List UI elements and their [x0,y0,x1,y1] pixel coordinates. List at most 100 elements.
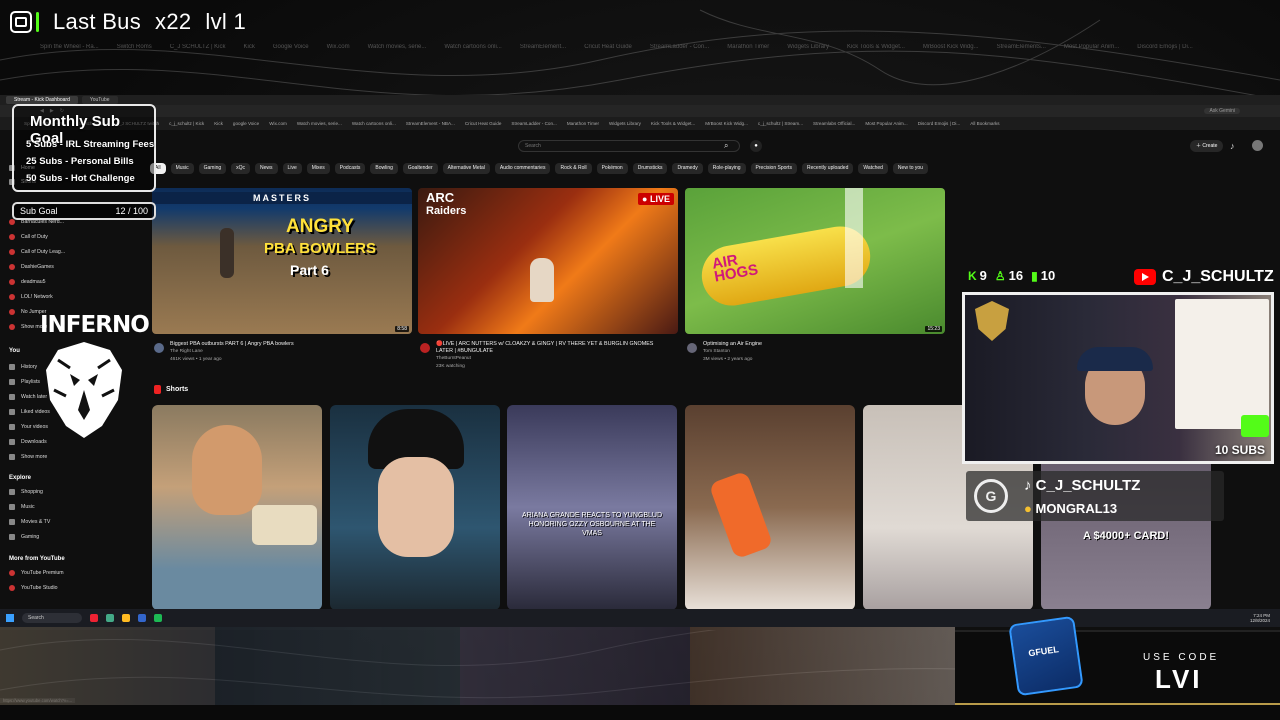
sidebar-item-label: Playlists [21,379,41,385]
filter-chip[interactable]: Audio commentaries [494,163,551,174]
app-icon[interactable] [90,614,98,622]
channel-avatar[interactable] [687,343,697,353]
filter-chip[interactable]: Precision Sports [750,163,797,174]
sidebar-item[interactable]: YouTube Studio [9,585,58,591]
bookmark-item[interactable]: Widgets Library [609,121,641,126]
filter-chip[interactable]: News [255,163,278,174]
channel-name[interactable]: The Right Lane [170,349,203,354]
filter-chip[interactable]: Drumsticks [632,163,668,174]
followers-stat: K9 [968,268,987,283]
search-icon[interactable]: ⌕ [724,141,734,151]
video-card-pba[interactable]: MASTERS ANGRY PBA BOWLERS Part 6 8:58 Bi… [152,188,412,368]
bookmark-item[interactable]: Most Popular Anim... [865,121,907,126]
filter-chip[interactable]: Recently uploaded [801,163,854,174]
bookmark-item[interactable]: google Voice [233,121,259,126]
bookmark-item[interactable]: MrBoost Kick Widg... [705,121,748,126]
filter-chip[interactable]: xQc [231,163,251,174]
bookmark-item[interactable]: c_j_schultz | Stream... [758,121,803,126]
sidebar-item[interactable]: LOL! Network [9,294,53,300]
bookmark-item[interactable]: Streamlabs Official... [813,121,855,126]
short-card[interactable]: ARIANA GRANDE REACTS TO YUNGBLUD HONORIN… [507,405,677,610]
filter-chip[interactable]: Live [282,163,302,174]
folder-icon[interactable] [122,614,130,622]
sidebar-item[interactable]: Movies & TV [9,519,50,525]
sidebar-item-label: Music [21,504,35,510]
video-thumbnail[interactable]: AIR HOGS 15:23 [685,188,945,334]
pipe [845,188,863,288]
channel-name[interactable]: Tom Stanton [703,349,730,354]
you-section-heading[interactable]: You [9,348,20,354]
sidebar-item[interactable]: Music [9,504,35,510]
bookmark-item[interactable]: Kick [214,121,223,126]
filter-chip[interactable]: Rock & Roll [555,163,592,174]
video-thumbnail[interactable]: MASTERS ANGRY PBA BOWLERS Part 6 8:58 [152,188,412,334]
filter-chip[interactable]: Gaming [198,163,227,174]
filter-chip[interactable]: Mixes [306,163,330,174]
ask-gemini-button[interactable]: Ask Gemini [1204,108,1240,114]
bookmark-item[interactable]: Cricut Heat Guide [465,121,502,126]
tab-kick-dashboard[interactable]: Stream - Kick Dashboard [6,96,78,104]
sidebar-item-icon [9,585,15,591]
bookmark-item[interactable]: Watch movies, serie... [297,121,342,126]
tab-youtube[interactable]: YouTube [81,96,118,104]
sidebar-item[interactable]: Show more [9,454,47,460]
channel-avatar[interactable] [154,343,164,353]
bookmark-item[interactable]: Kick Tools & Widget... [651,121,695,126]
sidebar-item[interactable]: YouTube Premium [9,570,64,576]
bookmark-item[interactable]: StreamLadder - Con... [511,121,556,126]
filter-chip[interactable]: Alternative Metal [442,163,490,174]
bookmark-item[interactable]: Watch cartoons onli... [352,121,396,126]
filter-chip[interactable]: New to you [892,163,928,174]
bookmark-item[interactable]: StreamElement - NBA... [406,121,455,126]
bookmark-item[interactable]: All Bookmarks [970,121,999,126]
filter-chip[interactable]: Pokémon [596,163,628,174]
video-thumbnail[interactable]: ARC Raiders ● LIVE [418,188,678,334]
taskbar-search[interactable]: Search [22,613,82,623]
background-bookmark: Spin the Wheel - Ra... [40,44,99,50]
avatar[interactable] [1252,140,1263,151]
live-badge: ● LIVE [638,193,674,205]
bookmark-item[interactable]: Wix.com [269,121,287,126]
sidebar-item[interactable]: Call of Duty Leag... [9,249,65,255]
sidebar-item[interactable]: History [9,364,37,370]
short-card[interactable] [152,405,322,610]
filter-chip[interactable]: Dramedy [672,163,703,174]
app-icon[interactable] [106,614,114,622]
filter-chip[interactable]: Podcasts [334,163,366,174]
bookmark-item[interactable]: Marathon Timer [567,121,599,126]
filter-chip[interactable]: Watched [858,163,888,174]
sidebar-item-label: deadmau5 [21,279,46,285]
filter-chip[interactable]: Role-playing [707,163,746,174]
sidebar-item[interactable]: deadmau5 [9,279,46,285]
filter-chip[interactable]: Music [170,163,194,174]
bookmark-item[interactable]: c_j_schultz | Kick [169,121,204,126]
sidebar-item[interactable]: Shopping [9,489,43,495]
sidebar-item[interactable]: Call of Duty [9,234,48,240]
mic-icon[interactable]: ● [750,140,762,152]
sidebar-item[interactable]: Playlists [9,379,40,385]
video-title[interactable]: 🔴LIVE | ARC NUTTERS w/ CLOAKZY & GINGY |… [436,341,666,355]
sidebar-item-label: Show more [21,454,48,460]
short-card[interactable] [330,405,500,610]
bell-icon[interactable]: ♪ [1230,140,1235,152]
create-button[interactable]: ＋ Create [1190,140,1224,152]
video-card-arc[interactable]: ARC Raiders ● LIVE 🔴LIVE | ARC NUTTERS w/… [418,188,678,369]
search-input[interactable]: Search [518,140,740,152]
bookmark-item[interactable]: Discord Emojis | Di... [918,121,961,126]
windows-start-icon[interactable] [6,614,14,622]
short-card[interactable] [685,405,855,610]
video-title[interactable]: Biggest PBA outbursts PART 6 | Angry PBA… [170,341,405,348]
shorts-heading: Shorts [166,386,189,393]
sidebar-item[interactable]: Gaming [9,534,39,540]
spotify-icon[interactable] [154,614,162,622]
video-title[interactable]: Optimising an Air Engine [703,341,938,348]
video-card-air-engine[interactable]: AIR HOGS 15:23 Optimising an Air Engine T… [685,188,945,368]
channel-avatar[interactable] [420,343,430,353]
filter-chip[interactable]: Bowling [370,163,398,174]
channel-name[interactable]: TheBurntPeanut [436,356,471,361]
filter-chip[interactable]: Goaltender [402,163,438,174]
app-icon[interactable] [138,614,146,622]
address-bar[interactable]: ◀ ▶ ↻ Ask Gemini [0,105,1280,117]
whiteboard [1175,299,1269,429]
sidebar-item[interactable]: DashieGames [9,264,54,270]
